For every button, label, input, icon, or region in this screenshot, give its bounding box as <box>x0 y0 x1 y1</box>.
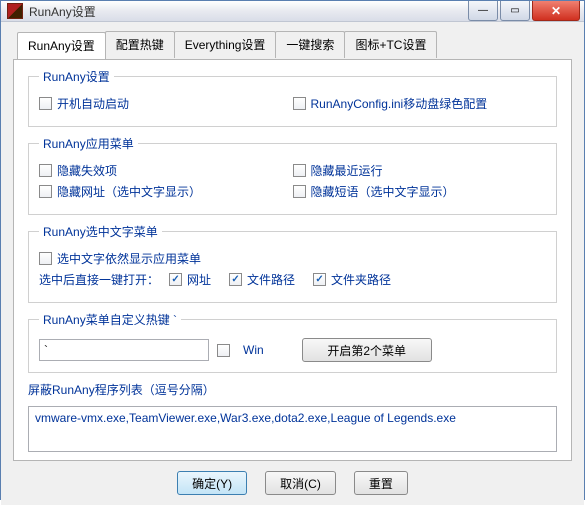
checkbox-autostart[interactable] <box>39 97 52 110</box>
tab-label: 一键搜索 <box>286 38 334 52</box>
label-autostart: 开机自动启动 <box>57 95 129 112</box>
app-window: RunAny设置 — ▭ ✕ RunAny设置 配置热键 Everything设… <box>0 0 585 500</box>
blocklist-input[interactable]: vmware-vmx.exe,TeamViewer.exe,War3.exe,d… <box>28 406 557 452</box>
group-app-menu: RunAny应用菜单 隐藏失效项 隐藏最近运行 <box>28 135 557 215</box>
label-open-url: 网址 <box>187 271 211 288</box>
tab-hotkeys[interactable]: 配置热键 <box>105 31 175 58</box>
blocklist-label: 屏蔽RunAny程序列表（逗号分隔） <box>28 381 557 398</box>
label-hide-recent: 隐藏最近运行 <box>311 162 383 179</box>
label-hide-short: 隐藏短语（选中文字显示） <box>311 183 455 200</box>
group-legend: RunAny应用菜单 <box>39 135 138 152</box>
tab-icon-tc[interactable]: 图标+TC设置 <box>344 31 437 58</box>
checkbox-open-folder[interactable] <box>313 273 326 286</box>
checkbox-still-show[interactable] <box>39 252 52 265</box>
label-open-file: 文件路径 <box>247 271 295 288</box>
app-icon <box>7 3 23 19</box>
minimize-button[interactable]: — <box>468 1 498 21</box>
tab-label: RunAny设置 <box>28 39 95 53</box>
dialog-buttons: 确定(Y) 取消(C) 重置 <box>13 461 572 499</box>
checkbox-hide-url[interactable] <box>39 185 52 198</box>
tab-label: 图标+TC设置 <box>355 38 426 52</box>
checkbox-open-file[interactable] <box>229 273 242 286</box>
label-hide-url: 隐藏网址（选中文字显示） <box>57 183 201 200</box>
checkbox-hide-invalid[interactable] <box>39 164 52 177</box>
label-win: Win <box>243 343 264 357</box>
tab-panel: RunAny设置 开机自动启动 RunAnyConfig.ini移动盘绿色配置 <box>13 59 572 461</box>
close-button[interactable]: ✕ <box>532 1 580 21</box>
tab-runany-settings[interactable]: RunAny设置 <box>17 32 106 59</box>
reset-button[interactable]: 重置 <box>354 471 408 495</box>
checkbox-hide-recent[interactable] <box>293 164 306 177</box>
tab-strip: RunAny设置 配置热键 Everything设置 一键搜索 图标+TC设置 <box>17 31 572 58</box>
checkbox-portable[interactable] <box>293 97 306 110</box>
checkbox-hide-short[interactable] <box>293 185 306 198</box>
label-open-folder: 文件夹路径 <box>331 271 391 288</box>
group-selection-menu: RunAny选中文字菜单 选中文字依然显示应用菜单 选中后直接一键打开： 网址 … <box>28 223 557 303</box>
hotkey-input[interactable] <box>39 339 209 361</box>
tab-everything[interactable]: Everything设置 <box>174 31 277 58</box>
titlebar[interactable]: RunAny设置 — ▭ ✕ <box>1 1 584 22</box>
ok-button[interactable]: 确定(Y) <box>177 471 247 495</box>
label-still-show: 选中文字依然显示应用菜单 <box>57 250 201 267</box>
group-runany-settings: RunAny设置 开机自动启动 RunAnyConfig.ini移动盘绿色配置 <box>28 68 557 127</box>
open-second-menu-button[interactable]: 开启第2个菜单 <box>302 338 432 362</box>
checkbox-win-modifier[interactable] <box>217 344 230 357</box>
label-hide-invalid: 隐藏失效项 <box>57 162 117 179</box>
window-title: RunAny设置 <box>29 3 468 20</box>
window-controls: — ▭ ✕ <box>468 1 580 21</box>
group-legend: RunAny选中文字菜单 <box>39 223 162 240</box>
tab-content: RunAny设置 开机自动启动 RunAnyConfig.ini移动盘绿色配置 <box>14 60 571 460</box>
group-legend: RunAny设置 <box>39 68 114 85</box>
tab-search[interactable]: 一键搜索 <box>275 31 345 58</box>
maximize-button[interactable]: ▭ <box>500 1 530 21</box>
tab-label: 配置热键 <box>116 38 164 52</box>
group-custom-hotkey: RunAny菜单自定义热键 ` Win 开启第2个菜单 <box>28 311 557 373</box>
label-portable: RunAnyConfig.ini移动盘绿色配置 <box>311 95 488 112</box>
client-area: RunAny设置 配置热键 Everything设置 一键搜索 图标+TC设置 … <box>1 22 584 505</box>
group-legend: RunAny菜单自定义热键 ` <box>39 311 181 328</box>
tab-label: Everything设置 <box>185 38 266 52</box>
label-direct-open: 选中后直接一键打开： <box>39 271 159 288</box>
checkbox-open-url[interactable] <box>169 273 182 286</box>
cancel-button[interactable]: 取消(C) <box>265 471 336 495</box>
